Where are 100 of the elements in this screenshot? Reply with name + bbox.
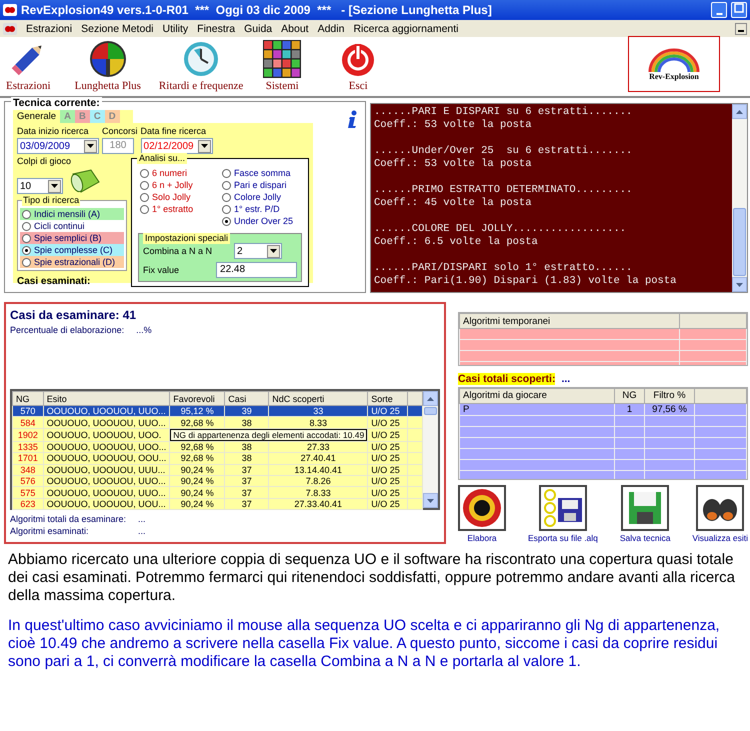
radio-option[interactable]: 6 numeri <box>138 167 220 179</box>
radio-button[interactable] <box>22 210 31 218</box>
radio-button[interactable] <box>22 222 31 230</box>
table-cell: U/O 25 <box>368 428 408 442</box>
column-header[interactable]: NG <box>12 392 44 406</box>
caret-icon <box>270 249 278 253</box>
field-label: Fix value <box>143 265 180 275</box>
output-line: Coeff.: 53 volte la posta <box>374 158 533 171</box>
menu-item[interactable]: Finestra <box>197 22 236 34</box>
table-cell: OOUOUO, UOOUOU, UUO... <box>43 486 170 498</box>
table-cell: OOUOUO, UOOUOU, UUO... <box>43 475 170 487</box>
info-icon[interactable] <box>345 110 359 128</box>
radio-button[interactable] <box>222 192 231 202</box>
table-row[interactable]: 576 OOUOUO, UOOUOU, UUO... 90,24 % 37 7.8.26 U/O 25 <box>12 475 422 487</box>
minimize-button[interactable] <box>735 22 747 34</box>
group-title: Impostazioni speciali <box>143 233 230 244</box>
table-cell: 575 <box>12 486 44 498</box>
radio-button[interactable] <box>222 168 231 178</box>
radio-option[interactable]: Spie complesse (C) <box>20 244 124 256</box>
radio-option[interactable]: Solo Jolly <box>138 191 220 203</box>
arrow-down-icon <box>427 498 434 502</box>
radio-option[interactable]: Fasce somma <box>220 167 302 179</box>
radio-button[interactable] <box>22 234 31 242</box>
column-header[interactable]: Sorte <box>368 392 408 406</box>
radio-button[interactable] <box>22 258 31 266</box>
radio-button[interactable] <box>140 168 149 178</box>
toolbar-button[interactable]: Esci <box>339 40 378 92</box>
table-row[interactable]: 1701 OOUOUO, UOOUOU, OOU... 92,68 % 38 27.40.41 U/O 25 <box>12 452 422 464</box>
field-label: Data inizio ricerca <box>17 126 90 136</box>
radio-option[interactable]: Pari e dispari <box>220 179 302 191</box>
table-cell: 1701 <box>12 452 44 464</box>
quadrant-ball-icon <box>88 40 127 78</box>
table-cell: 1902 <box>12 428 44 442</box>
menu-item[interactable]: Ricerca aggiornamenti <box>353 22 459 34</box>
radio-button[interactable] <box>140 180 149 190</box>
radio-button[interactable] <box>140 192 149 202</box>
radio-button[interactable] <box>222 204 231 214</box>
table-cell: OOUOUO, UOOUOU, UOU... <box>43 498 170 510</box>
menu-item[interactable]: Addin <box>318 22 344 34</box>
table-cell: P <box>460 403 614 416</box>
output-line: ......PARI/DISPARI solo 1° estratto...... <box>374 262 634 275</box>
radio-option[interactable]: 1° estr. P/D <box>220 203 302 215</box>
table-cell: 623 <box>12 498 44 510</box>
field-label: Algoritmi esaminati: <box>10 526 90 538</box>
column-header[interactable]: NdC scoperti <box>268 392 368 406</box>
scroll-thumb[interactable] <box>733 208 746 276</box>
menu-item[interactable]: Utility <box>162 22 188 34</box>
caret-icon <box>200 144 208 148</box>
scroll-thumb[interactable] <box>424 407 437 415</box>
input-field[interactable]: 22.48 <box>216 262 297 278</box>
field-label: Casi totali scoperti: <box>458 372 556 385</box>
menu-item[interactable]: Estrazioni <box>26 22 72 34</box>
table-cell: 570 <box>12 406 44 417</box>
radio-option[interactable]: 1° estratto <box>138 203 220 215</box>
table-row[interactable]: 1335 OOUOUO, UOOUOU, UOO... 92,68 % 38 27.33 U/O 25 <box>12 441 422 453</box>
toolbar-button[interactable]: Lunghetta Plus <box>74 40 141 92</box>
dropdown[interactable]: 10 <box>17 178 63 194</box>
table-row[interactable]: 348 OOUOUO, UOOUOU, UUU... 90,24 % 37 13.14.40.41 U/O 25 <box>12 464 422 476</box>
column-header[interactable]: Filtro % <box>644 388 694 404</box>
table-row[interactable]: 570 OOUOUO, UOOUOU, UUO... 95,12 % 39 33 U/O 25 <box>12 406 422 417</box>
maximize-button[interactable] <box>731 2 747 18</box>
menu-item[interactable]: Sezione Metodi <box>81 22 154 34</box>
radio-option[interactable]: Colore Jolly <box>220 191 302 203</box>
menu-item[interactable]: About <box>281 22 309 34</box>
radio-option[interactable]: Spie estrazionali (D) <box>20 256 124 268</box>
toolbar-button[interactable]: Sistemi <box>263 40 302 92</box>
field-value: ...% <box>136 325 152 335</box>
toolbar-button[interactable]: Ritardi e frequenze <box>158 40 244 92</box>
table-row[interactable]: 1902 OOUOUO, UOOUOU, UOO. NG di appartenenza degli elementi accodati: 10.49 U/O 25 <box>12 428 422 442</box>
radio-button[interactable] <box>140 204 149 214</box>
column-header[interactable]: Esito <box>43 392 170 406</box>
table-row[interactable]: 575 OOUOUO, UOOUOU, UUO... 90,24 % 37 7.8.33 U/O 25 <box>12 486 422 498</box>
radio-option[interactable]: Spie semplici (B) <box>20 232 124 244</box>
table-cell: 1335 <box>12 441 44 453</box>
dropdown[interactable]: 02/12/2009 <box>140 138 213 154</box>
radio-button[interactable] <box>222 180 231 190</box>
scrollbar[interactable] <box>423 391 438 508</box>
radio-option[interactable]: 6 n + Jolly <box>138 179 220 191</box>
table-row[interactable]: 623 OOUOUO, UOOUOU, UOU... 90,24 % 37 27.33.40.41 U/O 25 <box>12 498 422 510</box>
radio-option[interactable]: Under Over 25 <box>220 215 302 227</box>
radio-button[interactable] <box>22 246 31 254</box>
menu-item[interactable]: Guida <box>244 22 272 34</box>
radio-button[interactable] <box>222 216 231 226</box>
table-cell: 8.33 <box>268 416 368 428</box>
table-cell: 97,56 % <box>644 403 694 416</box>
toolbar-button[interactable]: Estrazioni <box>6 40 51 92</box>
column-header[interactable]: Favorevoli <box>170 392 225 406</box>
radio-option[interactable]: Indici mensili (A) <box>20 208 124 220</box>
field-label: Data fine ricerca <box>140 126 208 136</box>
column-header[interactable]: Casi <box>224 392 269 406</box>
column-header[interactable]: NG <box>614 388 644 404</box>
table-cell: 7.8.26 <box>268 475 368 487</box>
dropdown[interactable]: 03/09/2009 <box>17 138 99 154</box>
scrollbar[interactable] <box>732 104 747 292</box>
column-header[interactable]: Algoritmi da giocare <box>460 388 614 404</box>
column-header[interactable]: Algoritmi temporanei <box>460 314 680 328</box>
arrow-down-icon <box>736 282 743 286</box>
app-icon <box>3 22 17 36</box>
dropdown[interactable]: 2 <box>234 243 282 259</box>
table-row[interactable]: 584 OOUOUO, UOOUOU, UUO... 92,68 % 38 8.33 U/O 25 <box>12 416 422 428</box>
